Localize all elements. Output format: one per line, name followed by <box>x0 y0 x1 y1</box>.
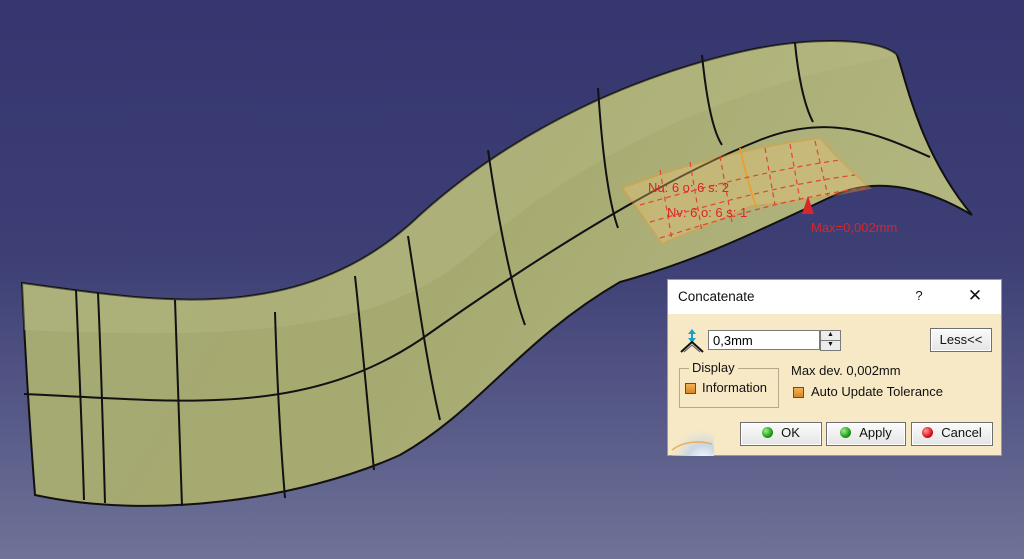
spin-down-button[interactable]: ▼ <box>820 340 841 351</box>
display-group: Display Information <box>679 360 779 408</box>
annotation-nu: Nu: 6 o: 6 s: 2 <box>648 180 729 195</box>
cancel-label: Cancel <box>941 425 982 440</box>
ok-dot-icon <box>762 427 774 438</box>
tolerance-input[interactable] <box>708 330 820 350</box>
auto-update-tolerance-checkbox[interactable] <box>793 387 804 398</box>
apply-button[interactable]: Apply <box>826 422 906 446</box>
concatenate-dialog: Concatenate ? ✕ ▲ ▼ Less<< Display Infor… <box>667 279 1002 456</box>
help-button[interactable]: ? <box>911 288 927 306</box>
max-deviation-label: Max dev. 0,002mm <box>791 363 901 378</box>
display-group-label: Display <box>689 360 738 375</box>
ok-button[interactable]: OK <box>740 422 822 446</box>
ok-label: OK <box>781 425 800 440</box>
apply-label: Apply <box>859 425 892 440</box>
catia-logo-icon <box>671 430 714 456</box>
tolerance-icon <box>680 329 704 353</box>
auto-update-tolerance-label[interactable]: Auto Update Tolerance <box>811 384 943 399</box>
dialog-titlebar[interactable]: Concatenate ? ✕ <box>668 280 1001 314</box>
close-button[interactable]: ✕ <box>964 285 986 307</box>
apply-dot-icon <box>840 427 852 438</box>
information-checkbox[interactable] <box>685 383 696 394</box>
max-deviation-annotation: Max=0,002mm <box>811 220 897 235</box>
tolerance-spinner: ▲ ▼ <box>820 330 841 351</box>
dialog-title: Concatenate <box>678 289 755 304</box>
less-button[interactable]: Less<< <box>930 328 992 352</box>
information-label[interactable]: Information <box>702 380 767 395</box>
cancel-button[interactable]: Cancel <box>911 422 993 446</box>
annotation-nv: Nv: 6 o: 6 s: 1 <box>667 205 747 220</box>
cancel-dot-icon <box>922 427 934 438</box>
